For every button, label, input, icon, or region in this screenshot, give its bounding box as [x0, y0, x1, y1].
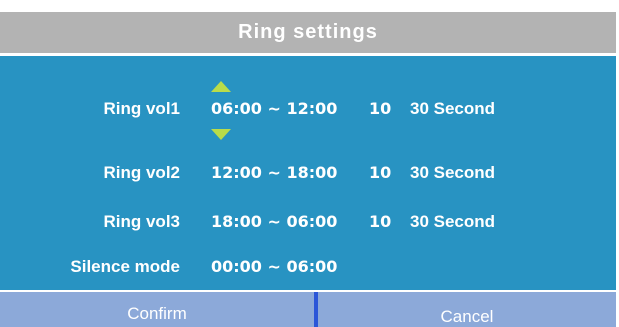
duration-value[interactable]: 30 Second — [410, 158, 495, 188]
ring-settings-screen: Ring settings Ring vol1 06:00 ~ 12:00 10… — [0, 0, 619, 327]
time-range-value[interactable]: 18:00 ~ 06:00 — [211, 207, 337, 237]
row-label: Silence mode — [70, 257, 180, 276]
duration-value[interactable]: 30 Second — [410, 94, 495, 124]
silence-mode-row[interactable]: Silence mode 00:00 ~ 06:00 — [0, 252, 616, 282]
cancel-button[interactable]: Cancel — [318, 292, 616, 327]
time-range-value[interactable]: 00:00 ~ 06:00 — [211, 252, 337, 282]
arrow-up-icon[interactable] — [211, 81, 231, 92]
ring-vol2-row[interactable]: Ring vol2 12:00 ~ 18:00 10 30 Second — [0, 158, 616, 188]
confirm-button[interactable]: Confirm — [0, 292, 314, 327]
row-label: Ring vol1 — [103, 99, 180, 118]
row-label: Ring vol2 — [103, 163, 180, 182]
bottom-button-bar: Confirm Cancel — [0, 292, 616, 327]
volume-value[interactable]: 10 — [369, 94, 391, 124]
time-range-value[interactable]: 06:00 ~ 12:00 — [211, 94, 337, 124]
arrow-down-icon[interactable] — [211, 129, 231, 140]
title-bar: Ring settings — [0, 12, 616, 53]
time-range-value[interactable]: 12:00 ~ 18:00 — [211, 158, 337, 188]
ring-vol1-row[interactable]: Ring vol1 06:00 ~ 12:00 10 30 Second — [0, 94, 616, 124]
settings-panel: Ring vol1 06:00 ~ 12:00 10 30 Second Rin… — [0, 56, 616, 290]
duration-value[interactable]: 30 Second — [410, 207, 495, 237]
page-title: Ring settings — [238, 21, 378, 43]
volume-value[interactable]: 10 — [369, 207, 391, 237]
volume-value[interactable]: 10 — [369, 158, 391, 188]
row-label: Ring vol3 — [103, 212, 180, 231]
ring-vol3-row[interactable]: Ring vol3 18:00 ~ 06:00 10 30 Second — [0, 207, 616, 237]
